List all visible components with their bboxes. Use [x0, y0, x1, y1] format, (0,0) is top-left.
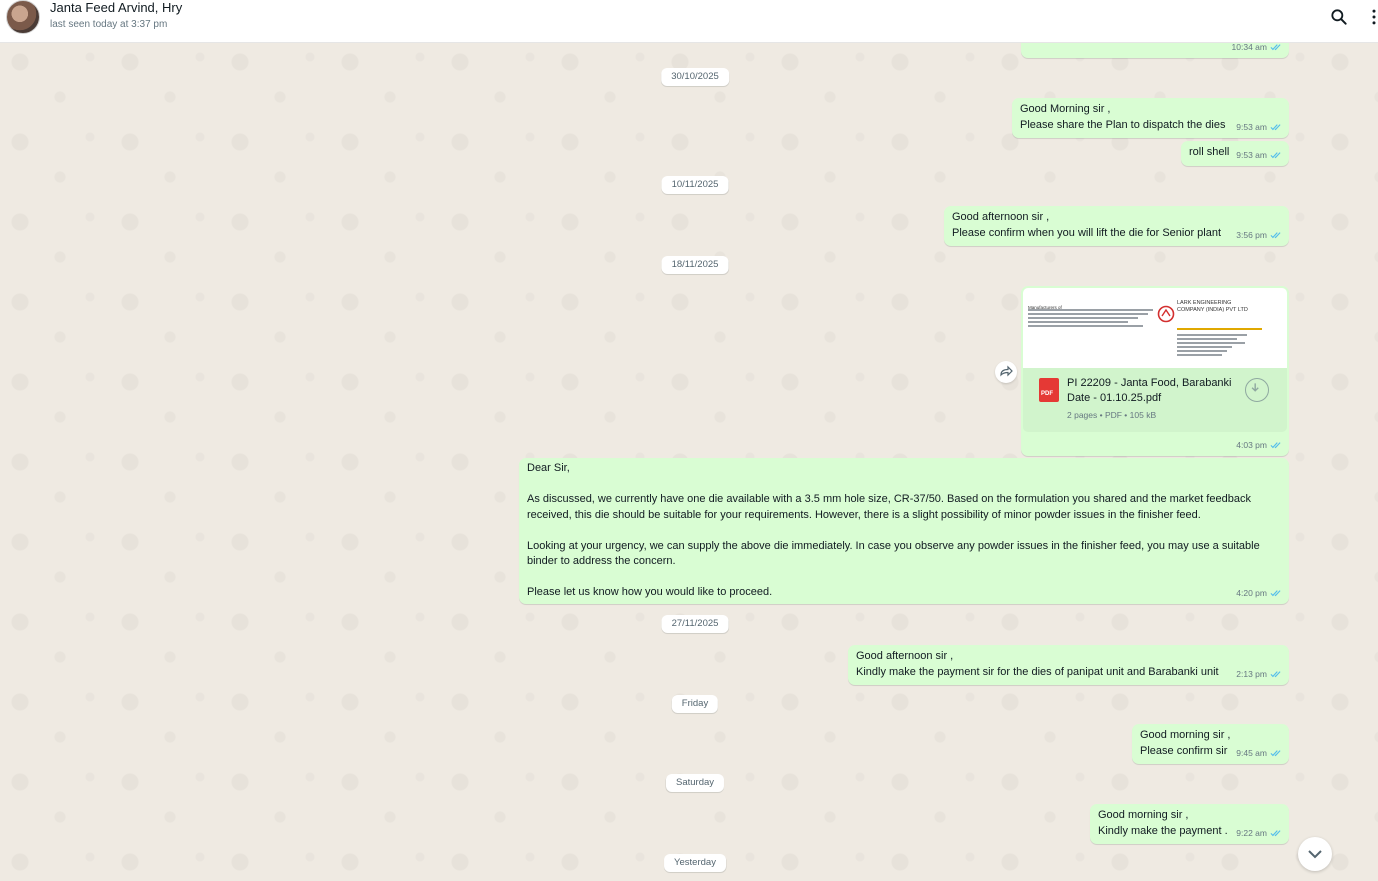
- read-ticks-icon: [1270, 830, 1281, 837]
- message-time: 9:22 am: [1236, 827, 1267, 838]
- message-text: Good afternoon sir , Please confirm when…: [952, 211, 1222, 239]
- avatar[interactable]: [6, 0, 40, 34]
- chevron-down-icon: [1308, 850, 1322, 859]
- message-text: Dear Sir, As discussed, we currently hav…: [527, 462, 1260, 598]
- message-bubble-outgoing[interactable]: Good morning sir , Please confirm sir 9:…: [1132, 724, 1289, 764]
- message-meta: 4:20 pm: [1236, 586, 1283, 602]
- message-meta: 9:53 am: [1236, 148, 1283, 164]
- forward-icon: [1000, 365, 1013, 377]
- chat-header[interactable]: Janta Feed Arvind, Hry last seen today a…: [0, 0, 1378, 43]
- read-ticks-icon: [1270, 442, 1281, 449]
- read-ticks-icon: [1270, 750, 1281, 757]
- file-meta: 2 pages • PDF • 105 kB: [1067, 410, 1157, 420]
- file-name: PI 22209 - Janta Food, Barabanki Date - …: [1067, 377, 1232, 404]
- read-ticks-icon: [1270, 232, 1281, 239]
- read-ticks-icon: [1270, 124, 1281, 131]
- contact-name[interactable]: Janta Feed Arvind, Hry: [50, 0, 182, 15]
- date-separator: 30/10/2025: [661, 68, 729, 86]
- date-separator: Yesterday: [664, 854, 726, 872]
- message-bubble-outgoing[interactable]: roll shell 9:53 am: [1181, 141, 1289, 166]
- download-button[interactable]: [1245, 378, 1269, 402]
- last-seen-status: last seen today at 3:37 pm: [50, 19, 168, 30]
- forward-button[interactable]: [995, 361, 1017, 383]
- download-icon: [1251, 383, 1259, 392]
- message-time: 9:53 am: [1236, 121, 1267, 132]
- message-time: 2:13 pm: [1236, 668, 1267, 679]
- message-time: 4:20 pm: [1236, 587, 1267, 598]
- message-meta: 9:53 am: [1236, 120, 1283, 136]
- message-bubble-outgoing[interactable]: Good afternoon sir , Kindly make the pay…: [848, 645, 1289, 685]
- date-separator: 10/11/2025: [661, 176, 729, 194]
- message-bubble-outgoing[interactable]: Good afternoon sir , Please confirm when…: [944, 206, 1289, 246]
- message-time: 4:03 pm: [1236, 439, 1267, 450]
- message-time: 9:53 am: [1236, 149, 1267, 160]
- read-ticks-icon: [1270, 590, 1281, 597]
- date-separator: Saturday: [665, 774, 725, 792]
- message-meta: 9:45 am: [1236, 746, 1283, 762]
- menu-icon[interactable]: [1370, 7, 1378, 27]
- message-meta: 2:13 pm: [1236, 667, 1283, 683]
- scroll-down-button[interactable]: [1298, 837, 1332, 871]
- date-separator: Friday: [671, 695, 719, 713]
- document-preview[interactable]: Manufacturers of LARK ENGINEERING COMPAN…: [1023, 288, 1287, 369]
- message-bubble-outgoing[interactable]: Good morning sir , Kindly make the payme…: [1090, 804, 1289, 844]
- read-ticks-icon: [1270, 152, 1281, 159]
- message-time: 3:56 pm: [1236, 229, 1267, 240]
- message-meta: 4:03 pm: [1236, 438, 1283, 454]
- pdf-file-icon: PDF: [1039, 378, 1059, 402]
- date-separator: 27/11/2025: [661, 615, 729, 633]
- message-meta: 3:56 pm: [1236, 228, 1283, 244]
- message-time: 9:45 am: [1236, 747, 1267, 758]
- document-message-bubble[interactable]: Manufacturers of LARK ENGINEERING COMPAN…: [1021, 286, 1289, 456]
- date-separator: 18/11/2025: [661, 256, 729, 274]
- read-ticks-icon: [1270, 671, 1281, 678]
- company-logo-icon: [1157, 305, 1175, 323]
- document-info[interactable]: PDF PI 22209 - Janta Food, Barabanki Dat…: [1023, 368, 1287, 432]
- message-bubble-outgoing[interactable]: Good Morning sir , Please share the Plan…: [1012, 98, 1289, 138]
- search-icon[interactable]: [1329, 7, 1349, 27]
- message-bubble-outgoing[interactable]: Dear Sir, As discussed, we currently hav…: [519, 458, 1289, 604]
- read-ticks-icon: [1270, 44, 1281, 51]
- message-meta: 9:22 am: [1236, 826, 1283, 842]
- message-text: Good afternoon sir , Kindly make the pay…: [856, 650, 1219, 678]
- preview-company: LARK ENGINEERING COMPANY (INDIA) PVT LTD: [1177, 300, 1248, 313]
